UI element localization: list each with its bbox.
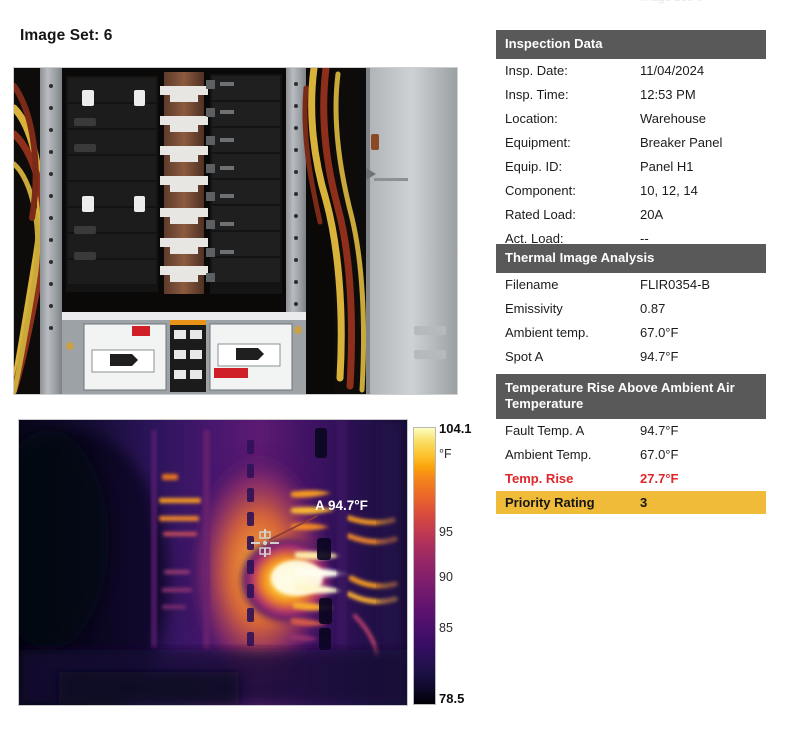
- row-value: FLIR0354-B: [640, 277, 711, 292]
- table-row: Rated Load: 20A: [496, 203, 766, 227]
- row-value: 20A: [640, 207, 664, 222]
- colorbar-tick-85: 85: [439, 621, 453, 635]
- thermal-analysis-header: Thermal Image Analysis: [496, 244, 766, 273]
- row-value: Breaker Panel: [640, 135, 723, 150]
- row-value: Warehouse: [640, 111, 706, 126]
- thermal-image-graphic: A 94.7°F: [19, 420, 407, 705]
- colorbar-max-label: 104.1: [439, 421, 472, 436]
- colorbar-tick-95: 95: [439, 525, 453, 539]
- panel-photo-graphic: [14, 68, 457, 394]
- temperature-rise-header: Temperature Rise Above Ambient Air Tempe…: [496, 374, 766, 419]
- clipped-text: Image Set: 6: [640, 0, 790, 4]
- table-row: Equip. ID: Panel H1: [496, 155, 766, 179]
- inspection-data-header: Inspection Data: [496, 30, 766, 59]
- inspection-data-table: Inspection Data Insp. Date: 11/04/2024 I…: [496, 30, 766, 251]
- thermal-infrared-image: A 94.7°F: [18, 419, 408, 706]
- breaker-panel-photo: [13, 67, 458, 395]
- row-value: 94.7°F: [640, 349, 679, 364]
- row-label: Equipment:: [505, 135, 571, 150]
- report-page: Image Set: 6 Image Set: 6: [0, 0, 800, 729]
- row-value: 11/04/2024: [640, 63, 705, 78]
- table-row: Ambient temp. 67.0°F: [496, 321, 766, 345]
- table-row: Fault Temp. A 94.7°F: [496, 419, 766, 443]
- table-row: Filename FLIR0354-B: [496, 273, 766, 297]
- row-label: Rated Load:: [505, 207, 576, 222]
- row-label: Ambient temp.: [505, 325, 589, 340]
- table-row: Insp. Date: 11/04/2024: [496, 59, 766, 83]
- row-label: Spot A: [505, 349, 544, 364]
- priority-rating-row: Priority Rating 3: [496, 491, 766, 515]
- table-row: Equipment: Breaker Panel: [496, 131, 766, 155]
- table-row: Spot A 94.7°F: [496, 345, 766, 369]
- clipped-text-artifact: Image Set: 6: [640, 0, 790, 8]
- row-label: Insp. Time:: [505, 87, 569, 102]
- colorbar-min-label: 78.5: [439, 691, 465, 706]
- temperature-rise-table: Temperature Rise Above Ambient Air Tempe…: [496, 374, 766, 515]
- table-row: Ambient Temp. 67.0°F: [496, 443, 766, 467]
- table-row: Location: Warehouse: [496, 107, 766, 131]
- row-value: 27.7°F: [640, 471, 679, 486]
- row-value: 3: [640, 495, 648, 510]
- row-label: Emissivity: [505, 301, 563, 316]
- thermal-analysis-table: Thermal Image Analysis Filename FLIR0354…: [496, 244, 766, 369]
- row-label: Temp. Rise: [505, 471, 574, 486]
- colorbar-unit-label: °F: [439, 447, 452, 461]
- temperature-colorbar: [413, 427, 436, 705]
- row-label: Equip. ID:: [505, 159, 563, 174]
- temperature-colorbar-group: 104.1 °F 95 90 85 78.5: [413, 421, 501, 707]
- table-row: Component: 10, 12, 14: [496, 179, 766, 203]
- spot-a-label: A 94.7°F: [315, 498, 368, 513]
- table-row: Emissivity 0.87: [496, 297, 766, 321]
- colorbar-tick-90: 90: [439, 570, 453, 584]
- row-label: Location:: [505, 111, 558, 126]
- row-value: 67.0°F: [640, 447, 679, 462]
- row-value: 10, 12, 14: [640, 183, 698, 198]
- page-title: Image Set: 6: [20, 27, 113, 44]
- row-value: 94.7°F: [640, 423, 679, 438]
- row-label: Component:: [505, 183, 576, 198]
- temp-rise-row: Temp. Rise 27.7°F: [496, 467, 766, 491]
- table-row: Insp. Time: 12:53 PM: [496, 83, 766, 107]
- row-label: Insp. Date:: [505, 63, 568, 78]
- row-value: 0.87: [640, 301, 666, 316]
- row-value: 67.0°F: [640, 325, 679, 340]
- row-value: 12:53 PM: [640, 87, 696, 102]
- row-label: Fault Temp. A: [505, 423, 585, 438]
- row-label: Filename: [505, 277, 559, 292]
- row-label: Priority Rating: [505, 495, 595, 510]
- row-value: Panel H1: [640, 159, 694, 174]
- row-label: Ambient Temp.: [505, 447, 592, 462]
